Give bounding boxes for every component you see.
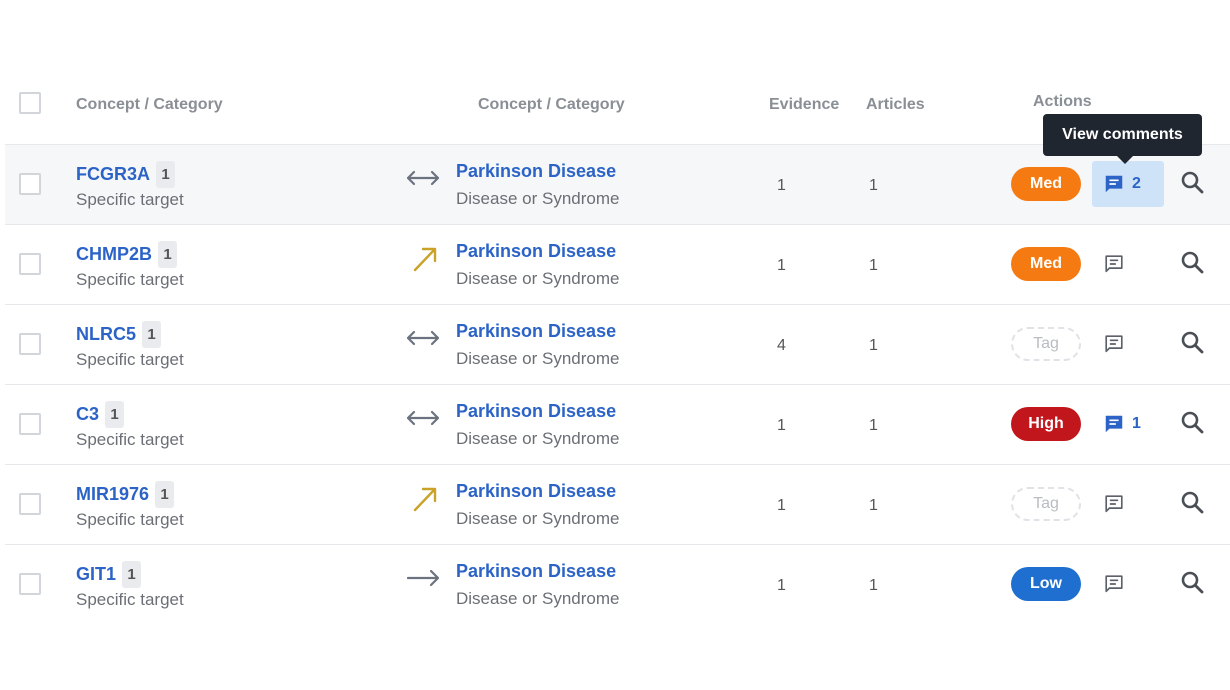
concept-b-category: Disease or Syndrome xyxy=(456,509,620,528)
up-right-arrow-icon xyxy=(403,483,443,513)
bidirectional-arrow-icon xyxy=(403,163,443,193)
comment-icon xyxy=(1103,493,1125,515)
concept-count-badge: 1 xyxy=(122,561,142,588)
evidence-count[interactable]: 1 xyxy=(777,577,786,595)
comment-icon xyxy=(1103,333,1125,355)
comment-icon xyxy=(1103,413,1125,435)
table-row[interactable]: NLRC5 1 Specific target Parkinson Disease Di… xyxy=(5,304,1230,384)
search-icon[interactable] xyxy=(1179,409,1205,435)
evidence-count[interactable]: 1 xyxy=(777,257,786,275)
comment-icon xyxy=(1103,253,1125,275)
view-comments-tooltip: View comments xyxy=(1043,114,1202,164)
header-evidence[interactable]: Evidence xyxy=(769,96,839,114)
comment-icon xyxy=(1103,173,1125,195)
right-arrow-icon xyxy=(403,563,443,593)
articles-count[interactable]: 1 xyxy=(869,497,878,515)
concept-b-category: Disease or Syndrome xyxy=(456,589,620,608)
add-tag-button[interactable]: Tag xyxy=(1011,327,1081,361)
level-tag-badge[interactable]: High xyxy=(1011,407,1081,441)
search-icon[interactable] xyxy=(1179,249,1205,275)
table-row[interactable]: C3 1 Specific target Parkinson Disease Disea… xyxy=(5,384,1230,464)
evidence-count[interactable]: 4 xyxy=(777,337,786,355)
concept-a-category: Specific target xyxy=(76,350,184,369)
concept-a-category: Specific target xyxy=(76,270,184,289)
concept-b-link[interactable]: Parkinson Disease xyxy=(456,401,616,422)
header-concept-a[interactable]: Concept / Category xyxy=(76,96,223,114)
concept-b-category: Disease or Syndrome xyxy=(456,429,620,448)
row-checkbox[interactable] xyxy=(19,573,41,595)
concept-b-link[interactable]: Parkinson Disease xyxy=(456,161,616,182)
concept-a-link[interactable]: NLRC5 1 xyxy=(76,321,162,348)
search-icon[interactable] xyxy=(1179,169,1205,195)
comments-button[interactable] xyxy=(1092,321,1164,367)
search-icon[interactable] xyxy=(1179,329,1205,355)
bidirectional-arrow-icon xyxy=(403,323,443,353)
up-right-arrow-icon xyxy=(403,243,443,273)
evidence-count[interactable]: 1 xyxy=(777,177,786,195)
concept-b-link[interactable]: Parkinson Disease xyxy=(456,241,616,262)
header-actions: Actions xyxy=(1033,93,1092,110)
row-checkbox[interactable] xyxy=(19,493,41,515)
evidence-count[interactable]: 1 xyxy=(777,417,786,435)
comment-count: 1 xyxy=(1132,415,1141,432)
concept-b-link[interactable]: Parkinson Disease xyxy=(456,321,616,342)
concept-count-badge: 1 xyxy=(156,161,176,188)
comments-button[interactable] xyxy=(1092,241,1164,287)
concept-a-link[interactable]: CHMP2B 1 xyxy=(76,241,178,268)
articles-count[interactable]: 1 xyxy=(869,257,878,275)
concept-count-badge: 1 xyxy=(158,241,178,268)
comment-count: 2 xyxy=(1132,175,1141,192)
concept-a-category: Specific target xyxy=(76,590,184,609)
concept-b-category: Disease or Syndrome xyxy=(456,189,620,208)
table-row[interactable]: MIR1976 1 Specific target Parkinson Disease… xyxy=(5,464,1230,544)
search-icon[interactable] xyxy=(1179,489,1205,515)
concept-a-category: Specific target xyxy=(76,190,184,209)
table-row[interactable]: GIT1 1 Specific target Parkinson Disease Dis… xyxy=(5,544,1230,624)
concept-a-link[interactable]: GIT1 1 xyxy=(76,561,142,588)
concept-b-link[interactable]: Parkinson Disease xyxy=(456,561,616,582)
comments-button[interactable]: 1 xyxy=(1092,401,1164,447)
search-icon[interactable] xyxy=(1179,569,1205,595)
comments-button[interactable] xyxy=(1092,481,1164,527)
evidence-count[interactable]: 1 xyxy=(777,497,786,515)
articles-count[interactable]: 1 xyxy=(869,177,878,195)
comment-icon xyxy=(1103,573,1125,595)
header-concept-b[interactable]: Concept / Category xyxy=(478,96,625,114)
row-checkbox[interactable] xyxy=(19,173,41,195)
concept-a-link[interactable]: MIR1976 1 xyxy=(76,481,175,508)
row-checkbox[interactable] xyxy=(19,253,41,275)
level-tag-badge[interactable]: Low xyxy=(1011,567,1081,601)
concept-count-badge: 1 xyxy=(142,321,162,348)
concept-count-badge: 1 xyxy=(105,401,125,428)
add-tag-button[interactable]: Tag xyxy=(1011,487,1081,521)
row-checkbox[interactable] xyxy=(19,333,41,355)
level-tag-badge[interactable]: Med xyxy=(1011,167,1081,201)
concept-count-badge: 1 xyxy=(155,481,175,508)
table-row[interactable]: CHMP2B 1 Specific target Parkinson Disease D… xyxy=(5,224,1230,304)
table-row[interactable]: FCGR3A 1 Specific target Parkinson Disease D… xyxy=(5,144,1230,224)
concept-a-link[interactable]: FCGR3A 1 xyxy=(76,161,176,188)
select-all-checkbox[interactable] xyxy=(19,92,41,114)
header-articles[interactable]: Articles xyxy=(866,96,925,114)
concept-b-category: Disease or Syndrome xyxy=(456,269,620,288)
concept-a-category: Specific target xyxy=(76,430,184,449)
comments-button[interactable] xyxy=(1092,561,1164,607)
level-tag-badge[interactable]: Med xyxy=(1011,247,1081,281)
concept-a-category: Specific target xyxy=(76,510,184,529)
comments-button[interactable]: 2 xyxy=(1092,161,1164,207)
concept-b-link[interactable]: Parkinson Disease xyxy=(456,481,616,502)
concept-b-category: Disease or Syndrome xyxy=(456,349,620,368)
concept-a-link[interactable]: C3 1 xyxy=(76,401,125,428)
articles-count[interactable]: 1 xyxy=(869,577,878,595)
articles-count[interactable]: 1 xyxy=(869,337,878,355)
row-checkbox[interactable] xyxy=(19,413,41,435)
bidirectional-arrow-icon xyxy=(403,403,443,433)
articles-count[interactable]: 1 xyxy=(869,417,878,435)
